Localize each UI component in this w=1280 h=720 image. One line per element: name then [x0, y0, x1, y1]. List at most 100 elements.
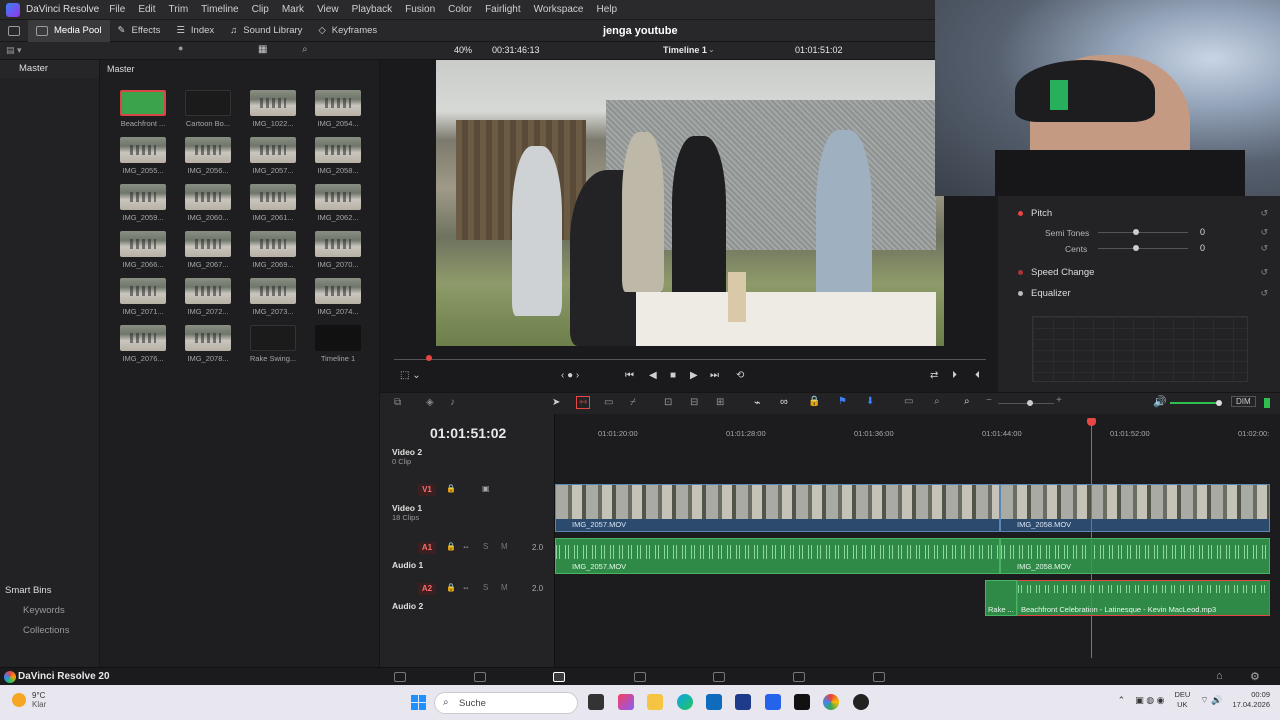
speed-change-dot[interactable]: [1018, 269, 1023, 275]
speed-change-row[interactable]: Speed Change ↺: [998, 263, 1280, 281]
track-a1-lock-icon[interactable]: 🔒: [446, 542, 456, 551]
home-icon[interactable]: ⌂: [1216, 670, 1223, 682]
cut-page-icon[interactable]: [474, 672, 486, 682]
timeline-dropdown-icon[interactable]: ⌄: [708, 45, 715, 54]
menu-color[interactable]: Color: [448, 4, 472, 15]
media-clip[interactable]: IMG_2066...: [116, 231, 170, 269]
media-clip[interactable]: IMG_2057...: [246, 137, 300, 175]
semi-tones-reset-icon[interactable]: ↺: [1260, 227, 1268, 238]
pitch-enabled-dot[interactable]: [1018, 210, 1023, 216]
taskbar-search[interactable]: ⌕ Suche: [434, 692, 578, 714]
menu-view[interactable]: View: [317, 4, 339, 15]
clock[interactable]: 00:09 17.04.2026: [1232, 690, 1270, 710]
app-icon[interactable]: [765, 694, 781, 710]
media-clip[interactable]: IMG_2054...: [311, 90, 365, 128]
chrome-icon[interactable]: [823, 694, 839, 710]
color-page-icon[interactable]: [713, 672, 725, 682]
store-icon[interactable]: [735, 694, 751, 710]
zoom-detail-icon[interactable]: ⌕: [934, 396, 940, 407]
loop-button[interactable]: ⟲: [736, 370, 744, 381]
menu-mark[interactable]: Mark: [282, 4, 304, 15]
copilot-icon[interactable]: [618, 694, 634, 710]
cents-value[interactable]: 0: [1200, 243, 1205, 253]
windows-start-icon[interactable]: [411, 695, 426, 710]
menu-timeline[interactable]: Timeline: [201, 4, 238, 15]
overwrite-icon[interactable]: ⊟: [690, 397, 698, 408]
keyframes-button[interactable]: ◇ Keyframes: [310, 20, 385, 42]
file-explorer-icon[interactable]: [647, 694, 663, 710]
smart-bin-collections[interactable]: Collections: [0, 625, 100, 636]
menu-help[interactable]: Help: [596, 4, 617, 15]
v1-clip-b[interactable]: IMG_2058.MOV: [1000, 484, 1270, 532]
weather-widget[interactable]: 9°C Klar: [12, 691, 46, 709]
menu-trim[interactable]: Trim: [169, 4, 189, 15]
volume-icon[interactable]: 🔊: [1153, 395, 1167, 408]
edge-icon[interactable]: [677, 694, 693, 710]
equalizer-row[interactable]: Equalizer ↺: [998, 284, 1280, 302]
prev-edit-icon[interactable]: ⏴: [975, 370, 980, 381]
selection-tool-icon[interactable]: ➤: [552, 397, 560, 408]
media-clip[interactable]: Cartoon Bo...: [181, 90, 235, 128]
mail-icon[interactable]: [706, 694, 722, 710]
effects-button[interactable]: ✎ Effects: [110, 20, 169, 42]
menu-edit[interactable]: Edit: [138, 4, 155, 15]
media-clip[interactable]: IMG_2074...: [311, 278, 365, 316]
settings-gear-icon[interactable]: ⚙: [1250, 670, 1260, 683]
media-clip[interactable]: IMG_2061...: [246, 184, 300, 222]
media-clip[interactable]: IMG_2076...: [116, 325, 170, 363]
edit-page-icon[interactable]: [553, 672, 565, 682]
media-clip[interactable]: IMG_2056...: [181, 137, 235, 175]
fusion-page-icon[interactable]: [634, 672, 646, 682]
zoom-slider-knob[interactable]: [1027, 400, 1033, 406]
equalizer-graph[interactable]: [1032, 316, 1248, 382]
viewer-playhead[interactable]: [426, 355, 432, 361]
replace-icon[interactable]: ⊞: [716, 397, 724, 408]
next-edit-icon[interactable]: ⏵: [952, 370, 957, 381]
cents-reset-icon[interactable]: ↺: [1260, 243, 1268, 254]
layout-toggle-button[interactable]: [0, 20, 28, 42]
video-preview[interactable]: [436, 60, 944, 346]
a1-clip-a[interactable]: IMG_2057.MOV: [555, 538, 1000, 574]
zoom-in-icon[interactable]: +: [1056, 395, 1062, 406]
first-frame-button[interactable]: ⏮: [625, 370, 634, 381]
zoom-level[interactable]: 40%: [454, 45, 472, 55]
stop-button[interactable]: ■: [670, 370, 676, 381]
volume-slider[interactable]: [1170, 402, 1218, 404]
layout-icon[interactable]: ⧉: [394, 397, 401, 408]
zoom-full-icon[interactable]: ▭: [904, 396, 913, 407]
jog-icon[interactable]: ‹ ● ›: [561, 370, 579, 381]
media-pool-button[interactable]: Media Pool: [28, 19, 110, 42]
track-a2-link-icon[interactable]: ⇔: [462, 583, 470, 592]
media-clip[interactable]: Rake Swing...: [246, 325, 300, 363]
viewer-scrub-bar[interactable]: [394, 359, 986, 360]
volume-knob[interactable]: [1216, 400, 1222, 406]
list-view-icon[interactable]: ▤ ▾: [6, 45, 22, 56]
media-clip[interactable]: IMG_2059...: [116, 184, 170, 222]
last-frame-button[interactable]: ⏭: [710, 370, 719, 381]
media-clip[interactable]: Beachfront ...: [116, 90, 170, 128]
match-frame-icon[interactable]: ⇄: [930, 370, 938, 381]
equalizer-dot[interactable]: [1018, 290, 1023, 296]
track-a2-solo-button[interactable]: S: [483, 583, 488, 592]
viewer-options-icon[interactable]: ⬚ ⌄: [400, 370, 421, 381]
tray-overflow-icon[interactable]: ⌃: [1118, 695, 1126, 706]
marker-icon[interactable]: ⬇: [866, 396, 874, 407]
flag-icon[interactable]: ⚑: [838, 396, 847, 407]
index-button[interactable]: ☰ Index: [168, 20, 222, 42]
track-a1-mute-button[interactable]: M: [501, 542, 508, 551]
linked-selection-icon[interactable]: ∞: [780, 396, 788, 408]
lock-icon[interactable]: 🔒: [808, 396, 820, 407]
media-clip[interactable]: IMG_2055...: [116, 137, 170, 175]
task-view-icon[interactable]: [588, 694, 604, 710]
network-volume-icon[interactable]: ⌔ 🔊: [1200, 695, 1222, 706]
cents-slider[interactable]: [1098, 248, 1188, 249]
track-v1-badge[interactable]: V1: [418, 484, 436, 496]
davinci-taskbar-icon[interactable]: [794, 694, 810, 710]
media-clip[interactable]: IMG_2060...: [181, 184, 235, 222]
dim-button[interactable]: DIM: [1231, 396, 1256, 407]
trim-tool-icon[interactable]: ⇿: [576, 396, 591, 409]
bin-master[interactable]: Master: [0, 60, 99, 78]
media-clip[interactable]: IMG_2072...: [181, 278, 235, 316]
track-a2-badge[interactable]: A2: [418, 583, 436, 595]
media-page-icon[interactable]: [394, 672, 406, 682]
